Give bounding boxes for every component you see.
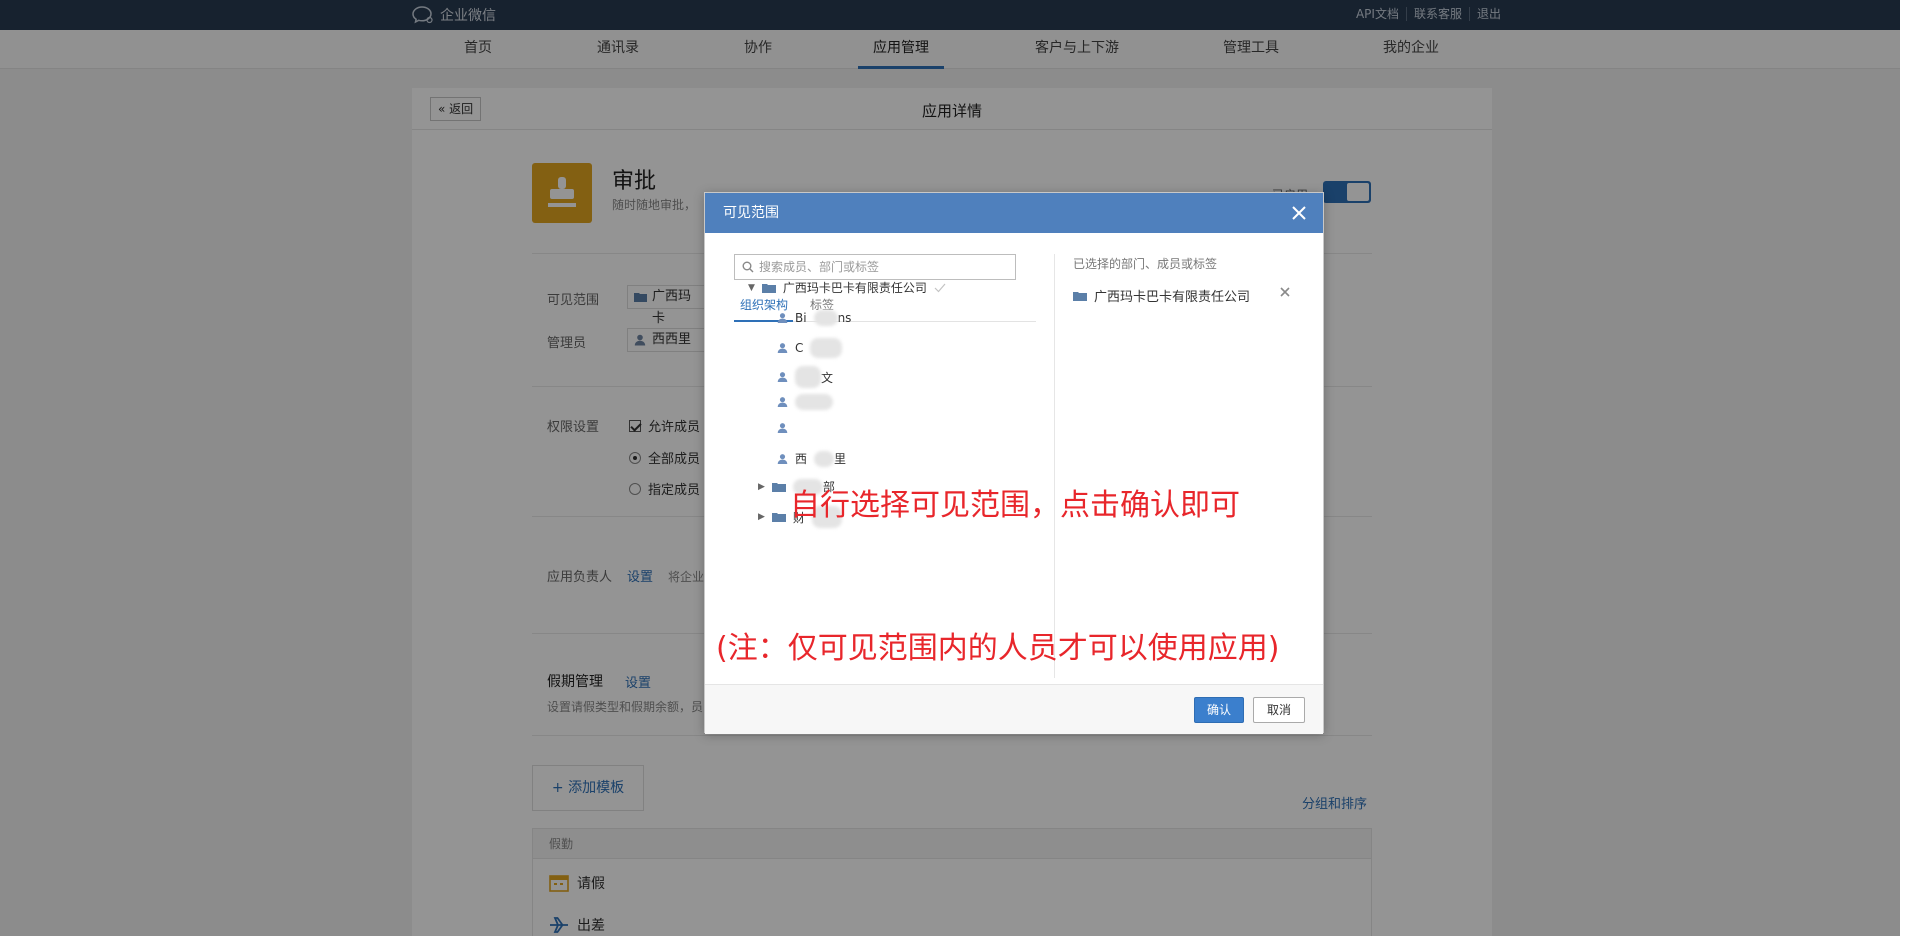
annotation-instruction: 自行选择可见范围，点击确认即可 bbox=[790, 488, 1240, 523]
user-icon bbox=[777, 343, 788, 354]
tree-member[interactable]: 西里 bbox=[777, 450, 846, 467]
folder-icon bbox=[1073, 291, 1087, 301]
tree-org-root[interactable]: ▼ 广西玛卡巴卡有限责任公司 bbox=[748, 279, 946, 296]
redacted-blur bbox=[795, 366, 821, 388]
tree-member[interactable]: Bi ns bbox=[777, 310, 851, 326]
redacted-blur bbox=[813, 310, 838, 326]
close-icon[interactable] bbox=[1289, 203, 1309, 223]
confirm-button[interactable]: 确认 bbox=[1194, 697, 1244, 723]
tree-member[interactable] bbox=[777, 394, 833, 410]
selected-title: 已选择的部门、成员或标签 bbox=[1073, 257, 1218, 271]
folder-icon bbox=[771, 482, 786, 492]
pane-separator bbox=[1054, 254, 1055, 678]
redacted-blur bbox=[795, 394, 833, 410]
dialog-header: 可见范围 bbox=[705, 193, 1323, 233]
annotation-note: (注：仅可见范围内的人员才可以使用应用) bbox=[716, 631, 1280, 666]
tree-member[interactable] bbox=[777, 422, 788, 434]
tree-member[interactable]: C bbox=[777, 338, 843, 358]
user-icon bbox=[777, 423, 788, 434]
user-icon bbox=[777, 453, 788, 464]
user-icon bbox=[777, 372, 788, 383]
dialog-title: 可见范围 bbox=[723, 205, 779, 221]
expand-triangle-icon[interactable]: ▶ bbox=[758, 512, 765, 522]
dialog-footer: 确认 取消 bbox=[705, 684, 1323, 734]
redacted-blur bbox=[810, 338, 843, 358]
member-search-input[interactable]: 搜索成员、部门或标签 bbox=[734, 254, 1016, 280]
tree-member[interactable]: 文 bbox=[777, 366, 833, 388]
expand-triangle-icon[interactable]: ▼ bbox=[748, 283, 755, 293]
folder-icon bbox=[761, 283, 776, 293]
user-icon bbox=[777, 397, 788, 408]
folder-icon bbox=[771, 513, 786, 522]
remove-icon[interactable] bbox=[1277, 284, 1293, 300]
search-icon bbox=[742, 261, 754, 273]
user-icon bbox=[777, 313, 788, 324]
cancel-button[interactable]: 取消 bbox=[1253, 697, 1305, 723]
selected-item: 广西玛卡巴卡有限责任公司 bbox=[1073, 286, 1250, 305]
expand-triangle-icon[interactable]: ▶ bbox=[758, 482, 765, 492]
redacted-blur bbox=[814, 450, 835, 467]
scrollbar-track[interactable] bbox=[1900, 0, 1920, 936]
check-icon bbox=[934, 283, 946, 292]
